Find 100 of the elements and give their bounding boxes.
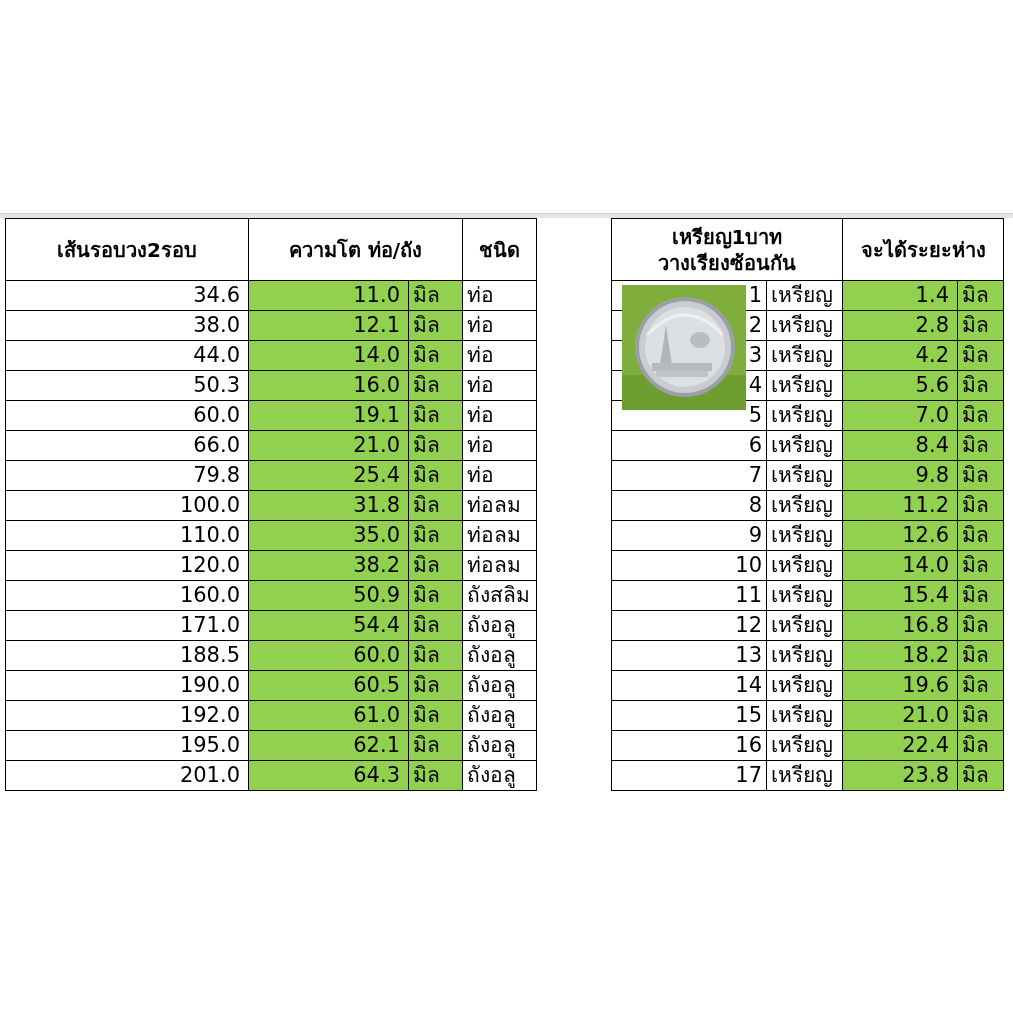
table-cell: มิล bbox=[958, 551, 1004, 581]
table-cell: ถังอลู bbox=[463, 671, 537, 701]
table-cell: 60.0 bbox=[249, 641, 409, 671]
table-cell: มิล bbox=[958, 461, 1004, 491]
table-cell: มิล bbox=[958, 401, 1004, 431]
table-cell: ท่อ bbox=[463, 461, 537, 491]
table-cell: 171.0 bbox=[5, 611, 249, 641]
table-cell: มิล bbox=[409, 701, 463, 731]
table-cell: 9.8 bbox=[843, 461, 958, 491]
table-cell: มิล bbox=[409, 281, 463, 311]
table-cell: 61.0 bbox=[249, 701, 409, 731]
table-cell: 38.0 bbox=[5, 311, 249, 341]
table-cell: 188.5 bbox=[5, 641, 249, 671]
table-cell: 19.6 bbox=[843, 671, 958, 701]
table-cell: มิล bbox=[958, 671, 1004, 701]
table-cell: มิล bbox=[409, 641, 463, 671]
table-cell: ท่อ bbox=[463, 431, 537, 461]
table-cell: ท่อลม bbox=[463, 491, 537, 521]
table-cell: 44.0 bbox=[5, 341, 249, 371]
table-cell: มิล bbox=[958, 281, 1004, 311]
table-cell: มิล bbox=[958, 431, 1004, 461]
table-cell: 7.0 bbox=[843, 401, 958, 431]
table-cell: มิล bbox=[958, 701, 1004, 731]
table-cell: 11 bbox=[611, 581, 767, 611]
table-cell: 110.0 bbox=[5, 521, 249, 551]
column-header: ชนิด bbox=[463, 218, 537, 281]
table-cell: 38.2 bbox=[249, 551, 409, 581]
table-cell: 12.6 bbox=[843, 521, 958, 551]
table-cell: มิล bbox=[958, 341, 1004, 371]
table-cell: 100.0 bbox=[5, 491, 249, 521]
table-cell: ถังอลู bbox=[463, 701, 537, 731]
table-cell: มิล bbox=[409, 311, 463, 341]
table-cell: 23.8 bbox=[843, 761, 958, 791]
table-cell: 5.6 bbox=[843, 371, 958, 401]
table-cell: 10 bbox=[611, 551, 767, 581]
table-cell: 50.3 bbox=[5, 371, 249, 401]
table-cell: 9 bbox=[611, 521, 767, 551]
table-cell: 2.8 bbox=[843, 311, 958, 341]
table-cell: 15.4 bbox=[843, 581, 958, 611]
table-cell: มิล bbox=[958, 311, 1004, 341]
table-cell: 120.0 bbox=[5, 551, 249, 581]
table-cell: 21.0 bbox=[249, 431, 409, 461]
table-cell: 8.4 bbox=[843, 431, 958, 461]
table-cell: 50.9 bbox=[249, 581, 409, 611]
table-cell: มิล bbox=[958, 761, 1004, 791]
table-cell: 17 bbox=[611, 761, 767, 791]
table-cell: 64.3 bbox=[249, 761, 409, 791]
table-cell: 11.2 bbox=[843, 491, 958, 521]
table-cell: มิล bbox=[409, 551, 463, 581]
table-cell: 14.0 bbox=[249, 341, 409, 371]
table-cell: ท่อ bbox=[463, 401, 537, 431]
table-cell: มิล bbox=[409, 731, 463, 761]
table-cell: 54.4 bbox=[249, 611, 409, 641]
table-cell: 16 bbox=[611, 731, 767, 761]
table-cell: 25.4 bbox=[249, 461, 409, 491]
table-cell: มิล bbox=[409, 401, 463, 431]
table-cell: มิล bbox=[958, 521, 1004, 551]
table-cell: ถังสลิม bbox=[463, 581, 537, 611]
table-cell: ถังอลู bbox=[463, 761, 537, 791]
table-cell: 8 bbox=[611, 491, 767, 521]
table-cell: มิล bbox=[409, 491, 463, 521]
table-cell: 201.0 bbox=[5, 761, 249, 791]
table-cell: 16.0 bbox=[249, 371, 409, 401]
table-cell: 12 bbox=[611, 611, 767, 641]
table-cell: มิล bbox=[958, 611, 1004, 641]
table-cell: 79.8 bbox=[5, 461, 249, 491]
table-cell: มิล bbox=[958, 641, 1004, 671]
table-cell: มิล bbox=[409, 581, 463, 611]
table-cell: 15 bbox=[611, 701, 767, 731]
table-cell: 6 bbox=[611, 431, 767, 461]
table-cell: 160.0 bbox=[5, 581, 249, 611]
table-cell: ท่อลม bbox=[463, 521, 537, 551]
table-cell: มิล bbox=[958, 371, 1004, 401]
table-cell: 60.5 bbox=[249, 671, 409, 701]
table-cell: 192.0 bbox=[5, 701, 249, 731]
table-cell: มิล bbox=[409, 371, 463, 401]
table-cell: 35.0 bbox=[249, 521, 409, 551]
table-cell: มิล bbox=[409, 521, 463, 551]
table-cell: 22.4 bbox=[843, 731, 958, 761]
table-cell: 18.2 bbox=[843, 641, 958, 671]
table-cell: ท่อ bbox=[463, 371, 537, 401]
table-cell: มิล bbox=[958, 581, 1004, 611]
table-cell: ท่อ bbox=[463, 281, 537, 311]
table-cell: 14 bbox=[611, 671, 767, 701]
table-cell: 62.1 bbox=[249, 731, 409, 761]
table-cell: 195.0 bbox=[5, 731, 249, 761]
table-cell: ท่อลม bbox=[463, 551, 537, 581]
table-cell: 16.8 bbox=[843, 611, 958, 641]
table-cell: 7 bbox=[611, 461, 767, 491]
table-cell: 21.0 bbox=[843, 701, 958, 731]
table-cell: 4.2 bbox=[843, 341, 958, 371]
column-header: เส้นรอบวง2รอบ bbox=[5, 218, 249, 281]
column-header: เหรียญ1บาท วางเรียงซ้อนกัน bbox=[611, 218, 843, 281]
table-cell: ถังอลู bbox=[463, 641, 537, 671]
table-cell: ถังอลู bbox=[463, 731, 537, 761]
table-cell: 14.0 bbox=[843, 551, 958, 581]
table-cell: 34.6 bbox=[5, 281, 249, 311]
table-cell: 66.0 bbox=[5, 431, 249, 461]
table-cell: ท่อ bbox=[463, 341, 537, 371]
table-cell: 190.0 bbox=[5, 671, 249, 701]
